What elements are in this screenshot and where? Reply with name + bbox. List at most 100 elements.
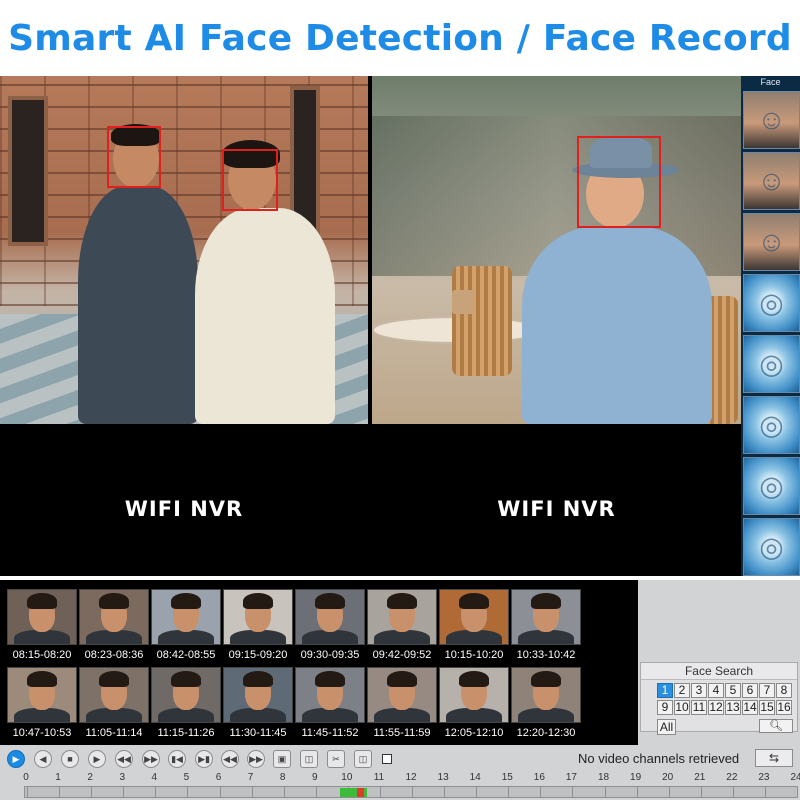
timeline-tick <box>251 787 253 797</box>
face-record-thumbnail[interactable] <box>439 667 509 723</box>
channel-button-10[interactable]: 10 <box>674 700 690 715</box>
face-record-item[interactable]: 09:42-09:52 <box>367 589 437 663</box>
face-record-thumbnail[interactable] <box>7 589 77 645</box>
face-record-item[interactable]: 10:33-10:42 <box>511 589 581 663</box>
face-scan-thumbnail[interactable]: ◎ <box>743 457 800 515</box>
face-record-thumbnail[interactable] <box>295 667 365 723</box>
stop-button[interactable]: ■ <box>61 750 79 768</box>
face-record-thumbnail[interactable] <box>295 589 365 645</box>
play-button[interactable]: ▶ <box>7 750 25 768</box>
face-record-item[interactable]: 11:30-11:45 <box>223 667 293 741</box>
face-record-item[interactable]: 08:15-08:20 <box>7 589 77 663</box>
face-record-thumbnail[interactable] <box>151 589 221 645</box>
channel-button-1[interactable]: 1 <box>657 683 673 698</box>
clip-icon[interactable]: ✂ <box>327 750 345 768</box>
timeline-hour-label: 0 <box>23 772 29 783</box>
face-record-thumbnail[interactable] <box>223 589 293 645</box>
full-screen-button[interactable]: ▣ <box>273 750 291 768</box>
face-record-thumbnail[interactable] <box>79 667 149 723</box>
face-scan-icon: ◎ <box>759 287 784 319</box>
rewind-button[interactable]: ◀◀ <box>115 750 133 768</box>
channel-button-13[interactable]: 13 <box>725 700 741 715</box>
next-file-button[interactable]: ▶▶ <box>247 750 265 768</box>
timeline-recording-segment[interactable] <box>339 788 358 797</box>
channel-button-15[interactable]: 15 <box>759 700 775 715</box>
face-record-thumbnail[interactable] <box>367 667 437 723</box>
previous-file-button[interactable]: ◀◀ <box>221 750 239 768</box>
camera-view-left[interactable]: WIFI NVR <box>0 76 368 576</box>
channel-button-11[interactable]: 11 <box>691 700 707 715</box>
step-forward-button[interactable]: ▶ <box>88 750 106 768</box>
timeline-hour-label: 14 <box>469 772 481 783</box>
face-scan-thumbnail[interactable]: ◎ <box>743 274 800 332</box>
channel-button-8[interactable]: 8 <box>776 683 792 698</box>
face-record-thumbnail[interactable] <box>151 667 221 723</box>
face-record-item[interactable]: 12:05-12:10 <box>439 667 509 741</box>
face-record-item[interactable]: 09:15-09:20 <box>223 589 293 663</box>
channel-button-5[interactable]: 5 <box>725 683 741 698</box>
face-record-thumbnail[interactable] <box>367 589 437 645</box>
cafe-chair <box>452 266 512 376</box>
frame-forward-button[interactable]: ▶▮ <box>195 750 213 768</box>
face-record-thumbnail[interactable] <box>439 589 509 645</box>
face-record-item[interactable]: 10:15-10:20 <box>439 589 509 663</box>
frame-back-button[interactable]: ▮◀ <box>168 750 186 768</box>
face-capture-thumbnail[interactable]: ☺ <box>743 213 800 271</box>
channel-button-7[interactable]: 7 <box>759 683 775 698</box>
face-scan-thumbnail[interactable]: ◎ <box>743 518 800 576</box>
face-record-item[interactable]: 10:47-10:53 <box>7 667 77 741</box>
channel-button-6[interactable]: 6 <box>742 683 758 698</box>
timeline-hour-label: 3 <box>119 772 126 783</box>
face-record-thumbnail[interactable] <box>511 589 581 645</box>
snapshot-button[interactable]: ◫ <box>354 750 372 768</box>
timeline-tick <box>444 787 446 797</box>
channel-button-3[interactable]: 3 <box>691 683 707 698</box>
face-record-item[interactable]: 11:45-11:52 <box>295 667 365 741</box>
timeline-track[interactable] <box>24 786 798 798</box>
channel-button-4[interactable]: 4 <box>708 683 724 698</box>
camera-view-right[interactable]: WIFI NVR <box>372 76 741 576</box>
timeline-hour-label: 12 <box>405 772 417 783</box>
face-record-item[interactable]: 12:20-12:30 <box>511 667 581 741</box>
face-capture-thumbnail[interactable]: ☺ <box>743 152 800 210</box>
step-back-button[interactable]: ◀ <box>34 750 52 768</box>
face-record-item[interactable]: 11:15-11:26 <box>151 667 221 741</box>
face-record-thumbnail[interactable] <box>511 667 581 723</box>
refresh-button[interactable]: ⇆ <box>755 749 793 767</box>
fast-forward-button[interactable]: ▶▶ <box>142 750 160 768</box>
face-record-thumbnail[interactable] <box>7 667 77 723</box>
face-record-item[interactable]: 11:05-11:14 <box>79 667 149 741</box>
face-record-time: 09:15-09:20 <box>228 649 288 661</box>
face-scan-thumbnail[interactable]: ◎ <box>743 396 800 454</box>
face-search-title: Face Search <box>641 663 797 680</box>
all-channels-button[interactable]: All <box>657 719 676 735</box>
channel-button-16[interactable]: 16 <box>776 700 792 715</box>
search-icon: 🔍︎ <box>769 720 783 732</box>
channel-button-14[interactable]: 14 <box>742 700 758 715</box>
timeline-hour-label: 9 <box>311 772 318 783</box>
face-search-button[interactable]: 🔍︎ <box>759 719 793 733</box>
face-record-time: 08:15-08:20 <box>12 649 72 661</box>
face-record-item[interactable]: 09:30-09:35 <box>295 589 365 663</box>
channel-button-12[interactable]: 12 <box>708 700 724 715</box>
face-record-time: 09:42-09:52 <box>372 649 432 661</box>
channel-button-2[interactable]: 2 <box>674 683 690 698</box>
multi-screen-button[interactable]: ◫ <box>300 750 318 768</box>
timeline-hour-label: 8 <box>279 772 286 783</box>
face-record-grid: 08:15-08:20 08:23-08:36 08:42-08:55 09:15-0… <box>0 580 638 745</box>
timeline-recording-segment[interactable] <box>363 788 368 797</box>
face-photo-icon: ☺ <box>757 226 786 257</box>
face-record-item[interactable]: 08:42-08:55 <box>151 589 221 663</box>
face-record-thumbnail[interactable] <box>79 589 149 645</box>
timeline-bar[interactable]: 0 1 2 3 4 5 6 7 8 9 10 11 12 13 14 15 16 17 18 19 20 21 22 23 24 <box>0 772 800 800</box>
timeline-hour-label: 11 <box>373 772 385 783</box>
face-capture-thumbnail[interactable]: ☺ <box>743 91 800 149</box>
face-record-item[interactable]: 11:55-11:59 <box>367 667 437 741</box>
face-record-thumbnail[interactable] <box>223 667 293 723</box>
timeline-tick <box>797 787 798 797</box>
channel-button-9[interactable]: 9 <box>657 700 673 715</box>
timeline-tick <box>764 787 766 797</box>
face-scan-thumbnail[interactable]: ◎ <box>743 335 800 393</box>
sync-checkbox[interactable] <box>382 754 392 764</box>
face-record-item[interactable]: 08:23-08:36 <box>79 589 149 663</box>
